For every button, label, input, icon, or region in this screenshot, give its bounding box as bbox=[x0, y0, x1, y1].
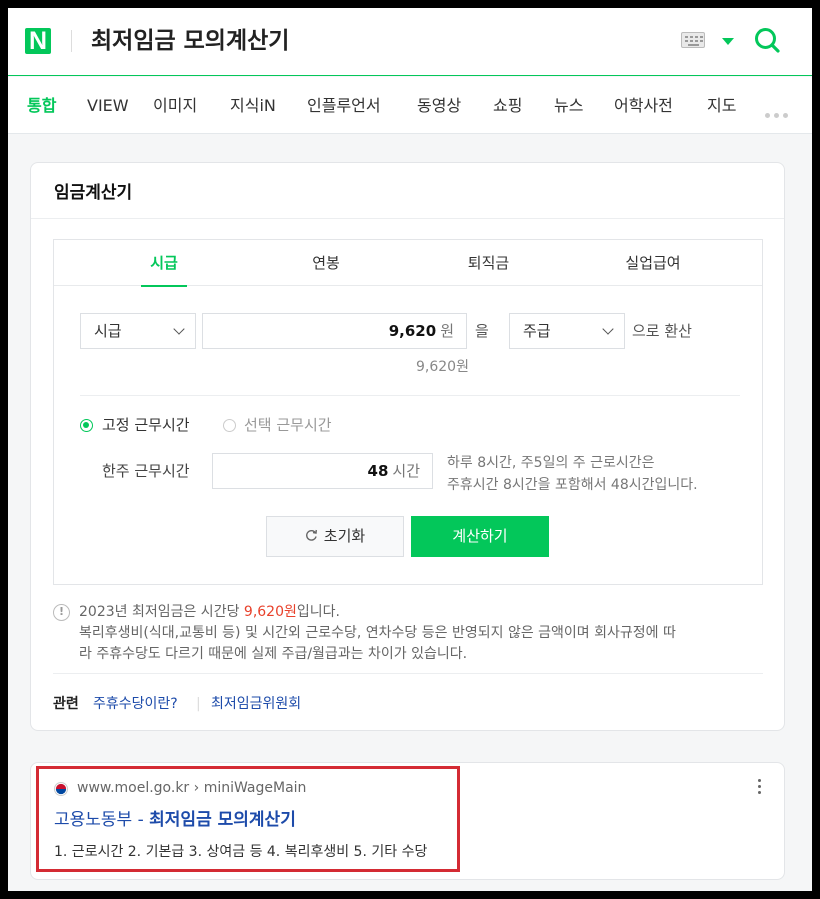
more-tabs-icon[interactable] bbox=[765, 103, 792, 122]
hours-note-line1: 하루 8시간, 주5일의 주 근로시간은 bbox=[447, 455, 655, 471]
to-unit-value: 주급 bbox=[523, 322, 551, 340]
browser-viewport: N 최저임금 모의계산기 통합 VIEW 이미지 지식iN 인플루언서 동영상 … bbox=[8, 8, 812, 891]
search-header: N 최저임금 모의계산기 bbox=[8, 8, 812, 76]
result-url[interactable]: www.moel.go.kr › miniWageMain bbox=[77, 778, 306, 798]
wage-calculator-card: 임금계산기 시급 연봉 퇴직금 실업급여 시급 9,620 원 을 주급 으로 환… bbox=[30, 162, 785, 731]
related-separator: | bbox=[196, 696, 201, 712]
weekly-hours-value: 48 bbox=[367, 462, 389, 480]
tab-all[interactable]: 통합 bbox=[27, 77, 56, 134]
divider bbox=[31, 218, 784, 219]
calculator-panel: 시급 연봉 퇴직금 실업급여 시급 9,620 원 을 주급 으로 환산 9,62… bbox=[53, 239, 763, 585]
tab-influencer[interactable]: 인플루언서 bbox=[307, 77, 381, 134]
weekly-hours-input[interactable]: 48 시간 bbox=[212, 453, 433, 489]
reset-label: 초기화 bbox=[323, 527, 366, 545]
calculator-tabs: 시급 연봉 퇴직금 실업급여 bbox=[54, 240, 762, 287]
amount-readout: 9,620원 bbox=[416, 359, 469, 375]
calc-tab-annual[interactable]: 연봉 bbox=[311, 240, 341, 286]
amount-value: 9,620 bbox=[388, 322, 437, 340]
hours-note-line2: 주휴시간 8시간을 포함해서 48시간입니다. bbox=[447, 477, 698, 493]
search-result: www.moel.go.kr › miniWageMain 고용노동부 - 최저… bbox=[30, 762, 785, 880]
related-link-holiday-pay[interactable]: 주휴수당이란? bbox=[93, 694, 178, 714]
result-title-link[interactable]: 고용노동부 - 최저임금 모의계산기 bbox=[54, 807, 296, 833]
amount-input[interactable]: 9,620 원 bbox=[202, 313, 467, 349]
related-link-wage-commission[interactable]: 최저임금위원회 bbox=[211, 694, 301, 714]
notice-wage: 9,620원 bbox=[243, 604, 297, 620]
tab-news[interactable]: 뉴스 bbox=[554, 77, 583, 134]
amount-unit: 원 bbox=[440, 322, 454, 340]
divider bbox=[53, 673, 763, 674]
refresh-icon bbox=[305, 529, 317, 541]
related-label: 관련 bbox=[53, 696, 79, 712]
weekly-hours-label: 한주 근무시간 bbox=[102, 462, 190, 480]
tab-kin[interactable]: 지식iN bbox=[230, 77, 276, 134]
calculate-button[interactable]: 계산하기 bbox=[411, 516, 549, 557]
calc-tab-severance[interactable]: 퇴직금 bbox=[466, 240, 511, 286]
fixed-hours-radio[interactable] bbox=[80, 419, 93, 432]
tab-dictionary[interactable]: 어학사전 bbox=[614, 77, 673, 134]
logo-divider bbox=[71, 30, 72, 52]
naver-logo[interactable]: N bbox=[25, 28, 51, 54]
search-tabs: 통합 VIEW 이미지 지식iN 인플루언서 동영상 쇼핑 뉴스 어학사전 지도 bbox=[8, 77, 812, 134]
info-icon: ! bbox=[53, 604, 70, 621]
chevron-down-icon bbox=[173, 323, 185, 335]
notice-text-pre: 2023년 최저임금은 시간당 bbox=[79, 604, 244, 620]
search-icon[interactable] bbox=[753, 26, 781, 54]
tab-view[interactable]: VIEW bbox=[87, 77, 129, 134]
tab-images[interactable]: 이미지 bbox=[153, 77, 197, 134]
from-unit-select[interactable]: 시급 bbox=[80, 313, 196, 349]
fixed-hours-label[interactable]: 고정 근무시간 bbox=[102, 415, 190, 435]
more-options-icon[interactable] bbox=[758, 779, 762, 797]
notice-text-post: 입니다. bbox=[296, 604, 340, 620]
select-hours-label[interactable]: 선택 근무시간 bbox=[244, 415, 332, 435]
minimum-wage-notice: 2023년 최저임금은 시간당 9,620원입니다. 복리후생비(식대,교통비 … bbox=[79, 602, 769, 665]
keyboard-icon[interactable] bbox=[681, 32, 705, 48]
result-description: 1. 근로시간 2. 기본급 3. 상여금 등 4. 복리후생비 5. 기타 수… bbox=[54, 844, 428, 860]
result-title-bold: 최저임금 모의계산기 bbox=[149, 810, 296, 830]
select-hours-radio[interactable] bbox=[223, 419, 236, 432]
calc-tab-hourly[interactable]: 시급 bbox=[141, 240, 187, 287]
from-unit-value: 시급 bbox=[94, 322, 122, 340]
divider bbox=[80, 395, 740, 396]
convert-suffix: 으로 환산 bbox=[632, 322, 692, 340]
result-title-pre: 고용노동부 - bbox=[54, 810, 150, 830]
to-unit-select[interactable]: 주급 bbox=[509, 313, 625, 349]
reset-button[interactable]: 초기화 bbox=[266, 516, 404, 557]
tab-shopping[interactable]: 쇼핑 bbox=[493, 77, 522, 134]
notice-line3: 라 주휴수당도 다르기 때문에 실제 주급/월급과는 차이가 있습니다. bbox=[79, 646, 468, 662]
search-query[interactable]: 최저임금 모의계산기 bbox=[91, 22, 289, 60]
card-title: 임금계산기 bbox=[54, 183, 133, 203]
site-favicon-icon bbox=[54, 782, 68, 796]
tab-video[interactable]: 동영상 bbox=[417, 77, 461, 134]
dropdown-caret-icon[interactable] bbox=[722, 38, 734, 45]
object-particle: 을 bbox=[475, 322, 489, 340]
chevron-down-icon bbox=[602, 323, 614, 335]
notice-line2: 복리후생비(식대,교통비 등) 및 시간외 근로수당, 연차수당 등은 반영되지… bbox=[79, 625, 676, 641]
weekly-hours-unit: 시간 bbox=[392, 462, 420, 480]
tab-map[interactable]: 지도 bbox=[707, 77, 736, 134]
calc-tab-unemployment[interactable]: 실업급여 bbox=[623, 240, 683, 286]
